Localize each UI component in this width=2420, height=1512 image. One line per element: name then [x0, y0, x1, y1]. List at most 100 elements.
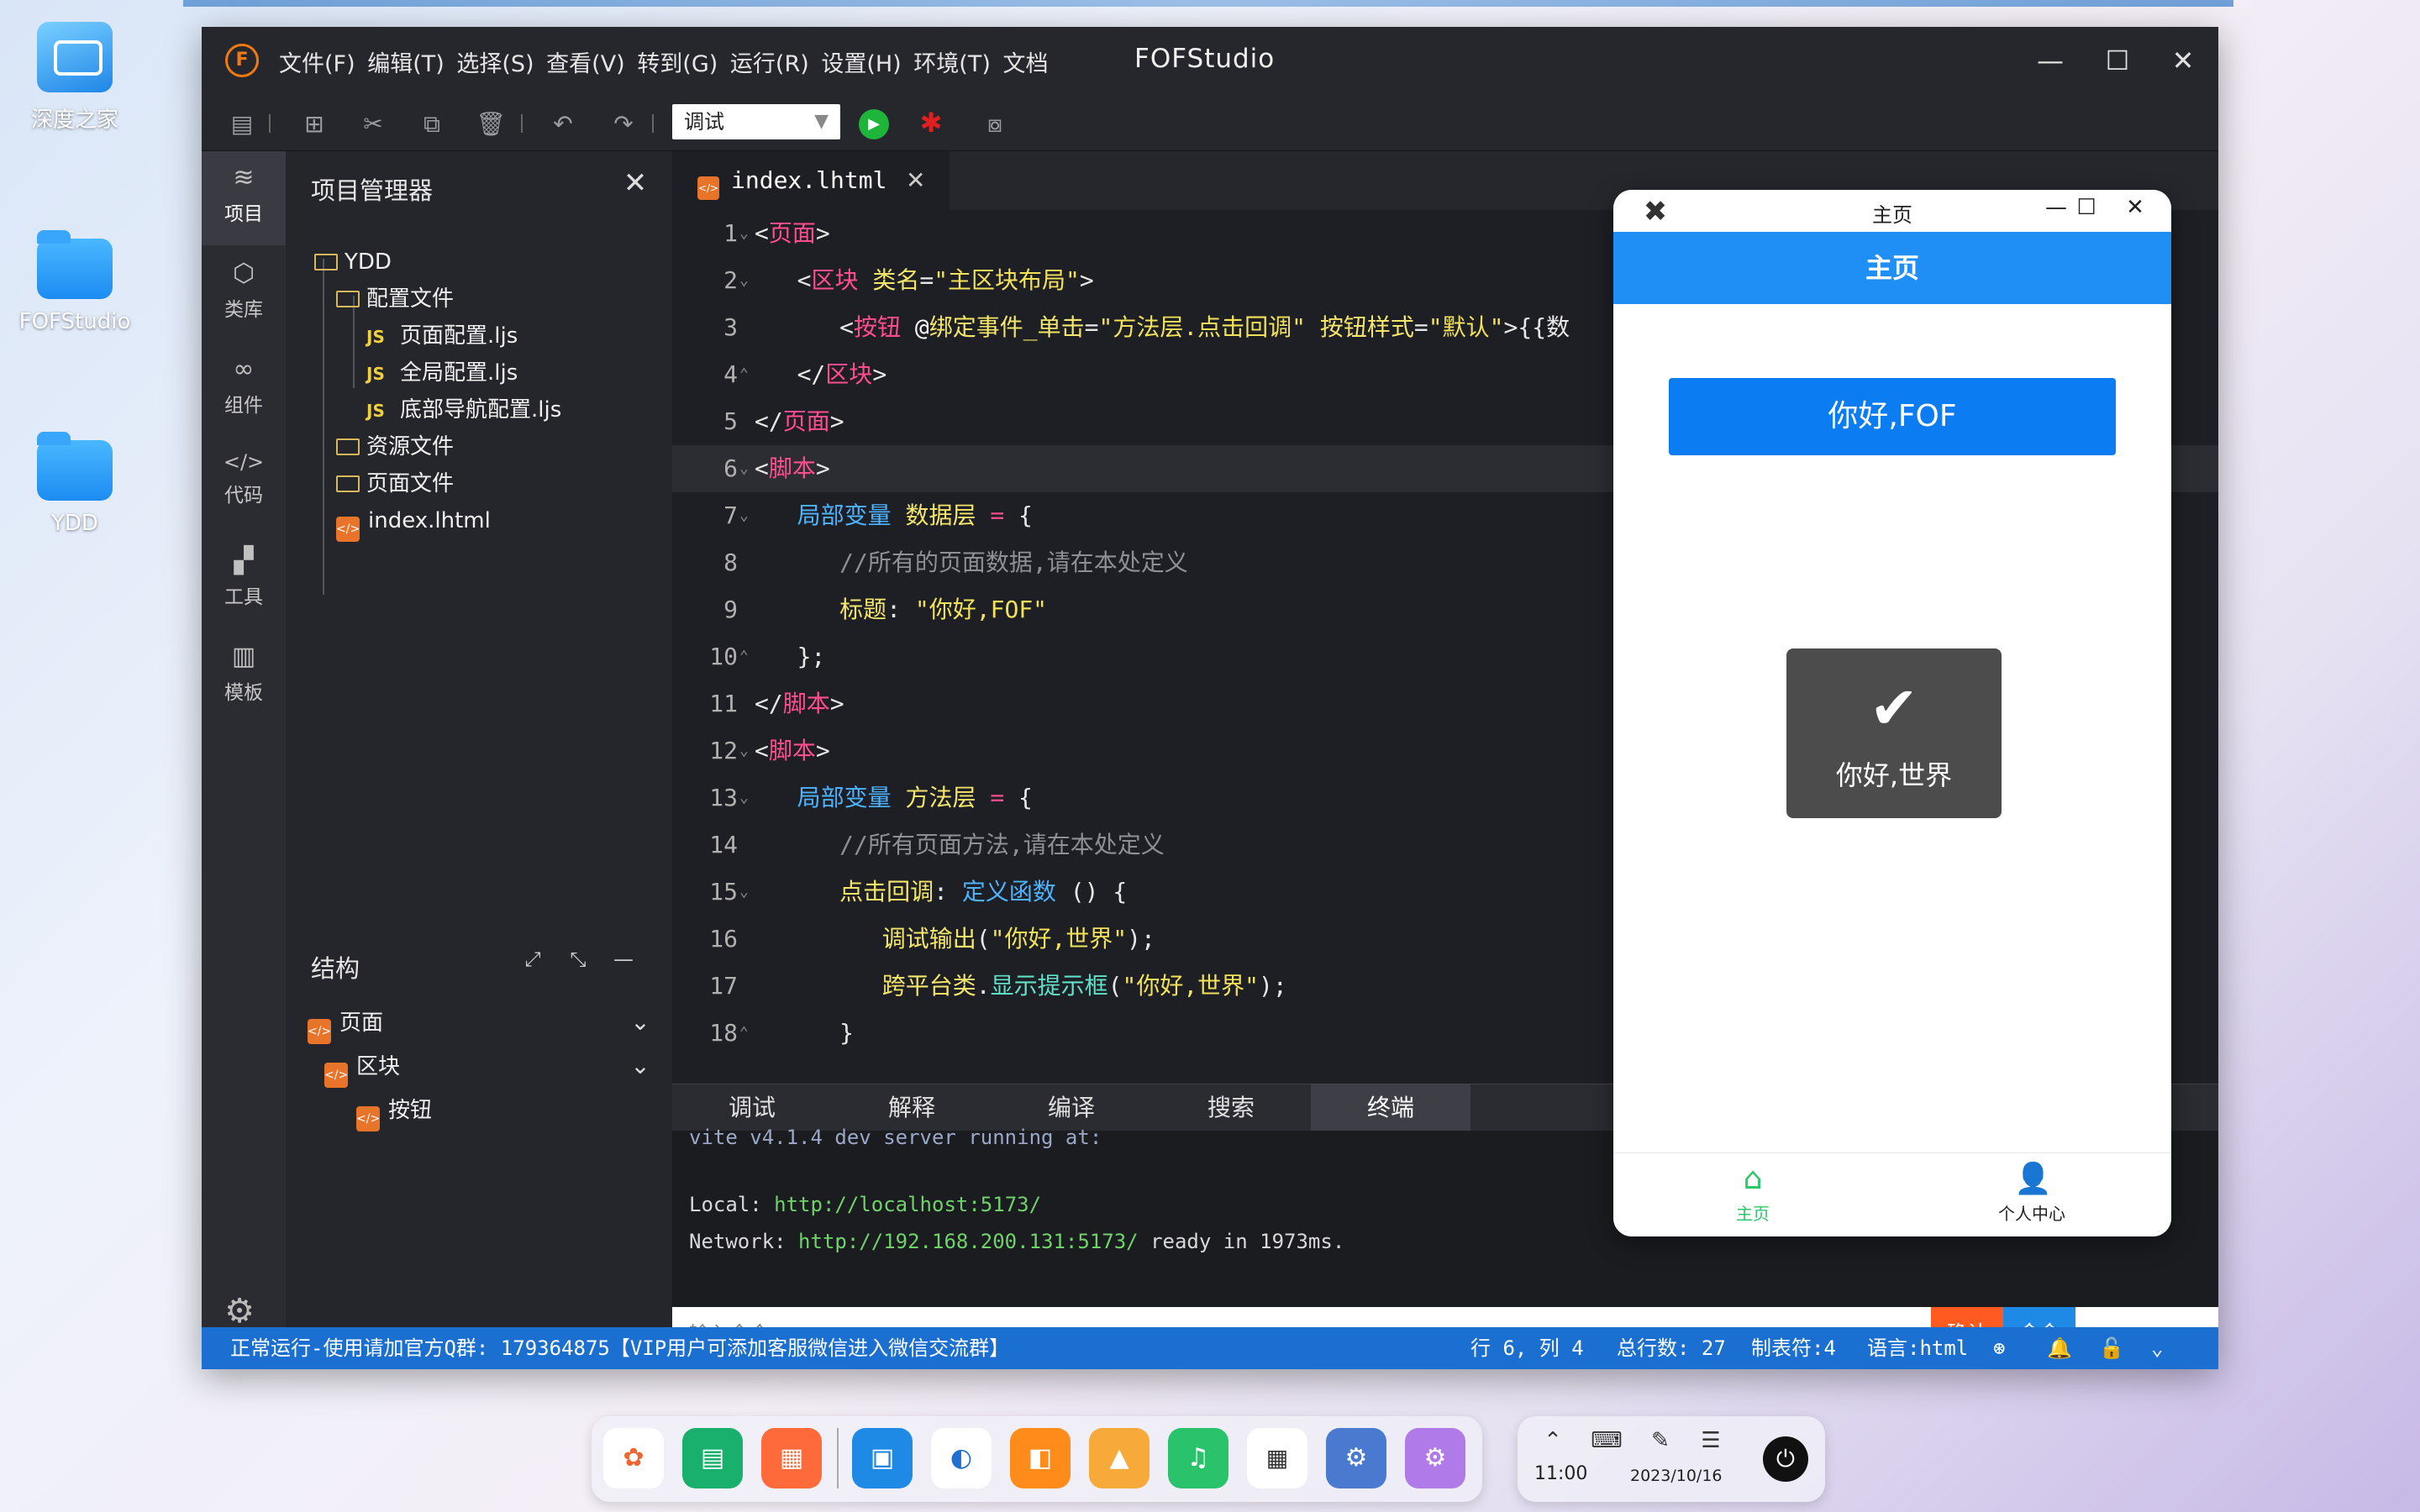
- desktop-icon-label: 深度之家: [30, 108, 118, 133]
- tab-terminal[interactable]: 终端: [1311, 1084, 1470, 1131]
- activity-templates[interactable]: ▥ 模板: [202, 630, 286, 724]
- cut-icon[interactable]: ✂: [356, 108, 390, 141]
- close-button[interactable]: ✕: [2149, 39, 2217, 82]
- chevron-down-icon[interactable]: ⌄: [623, 1008, 657, 1042]
- power-icon[interactable]: ⏻: [1763, 1436, 1808, 1482]
- tree-item-index[interactable]: </> index.lhtml: [336, 502, 491, 542]
- tab-profile[interactable]: 👤 个人中心: [1892, 1153, 2171, 1236]
- tree-item-ydd[interactable]: YDD: [314, 244, 392, 281]
- toggle-icon[interactable]: ☰: [1694, 1428, 1728, 1462]
- activity-project[interactable]: ≋ 项目: [202, 151, 286, 245]
- tab-interpret[interactable]: 解释: [832, 1084, 992, 1131]
- preview-search-icon[interactable]: ⧇: [978, 108, 1012, 141]
- tree-item-page-config[interactable]: JS 页面配置.ljs: [366, 318, 518, 354]
- tree-item-label: 页面配置.ljs: [400, 323, 518, 349]
- delete-icon[interactable]: 🗑: [474, 108, 508, 141]
- tree-item-config[interactable]: 配置文件: [336, 281, 454, 318]
- minimize-button[interactable]: —: [2017, 39, 2084, 82]
- close-button[interactable]: ✕: [2114, 195, 2156, 227]
- tree-item-global-config[interactable]: JS 全局配置.ljs: [366, 354, 518, 391]
- multitask-icon[interactable]: ▤: [682, 1428, 743, 1488]
- menu-environment[interactable]: 环境(T): [913, 51, 991, 77]
- html-file-icon: </>: [356, 1106, 380, 1131]
- menu-run[interactable]: 运行(R): [730, 51, 809, 77]
- run-mode-select[interactable]: 调试 ▼: [672, 104, 840, 139]
- desktop-icon-label: YDD: [51, 511, 98, 536]
- close-icon[interactable]: ✕: [906, 151, 925, 210]
- tab-debug[interactable]: 调试: [672, 1084, 832, 1131]
- desktop-icon-fofstudio[interactable]: FOFStudio: [12, 228, 138, 334]
- js-file-icon: JS: [366, 401, 385, 421]
- maximize-button[interactable]: ☐: [2084, 39, 2151, 82]
- pen-icon[interactable]: ✎: [1644, 1428, 1677, 1462]
- new-file-icon[interactable]: ⊞: [297, 108, 331, 141]
- tab-search[interactable]: 搜索: [1151, 1084, 1311, 1131]
- activity-label: 代码: [224, 485, 263, 507]
- menu-edit[interactable]: 编辑(T): [367, 51, 445, 77]
- tree-item-nav-config[interactable]: JS 底部导航配置.ljs: [366, 391, 561, 428]
- dock: ✿ ▤ ▦ ▣ ◐ ◧ ▲ ♫ ▦ ⚙ ⚙: [592, 1416, 1482, 1502]
- keyboard-icon[interactable]: ⌨: [1590, 1428, 1623, 1462]
- file-manager-icon[interactable]: ▣: [852, 1428, 913, 1488]
- run-icon[interactable]: ▶: [859, 109, 889, 139]
- tree-item-resources[interactable]: 资源文件: [336, 428, 454, 465]
- folder-icon: [336, 438, 360, 455]
- menu-docs[interactable]: 文档: [1002, 51, 1048, 77]
- menu-view[interactable]: 查看(V): [546, 51, 625, 77]
- minimize-panel-icon[interactable]: —: [608, 948, 639, 978]
- structure-node-page[interactable]: </> 页面: [308, 1005, 383, 1044]
- tab-index-lhtml[interactable]: </> index.lhtml ✕: [672, 151, 950, 210]
- menu-file[interactable]: 文件(F): [279, 51, 355, 77]
- activity-library[interactable]: ⬡ 类库: [202, 247, 286, 341]
- structure-node-button[interactable]: </> 按钮: [356, 1092, 432, 1131]
- hello-button[interactable]: 你好,FOF: [1669, 378, 2116, 455]
- desktop-icon-ydd[interactable]: YDD: [12, 430, 138, 536]
- clock-date[interactable]: 2023/10/16: [1630, 1467, 1723, 1485]
- menu-settings[interactable]: 设置(H): [821, 51, 901, 77]
- activity-tools[interactable]: ▞ 工具: [202, 534, 286, 628]
- menu-goto[interactable]: 转到(G): [637, 51, 718, 77]
- chevron-down-icon: ▼: [814, 111, 829, 132]
- tree-item-label: 底部导航配置.ljs: [400, 397, 562, 423]
- clock-time[interactable]: 11:00: [1534, 1463, 1587, 1484]
- close-icon[interactable]: ✕: [618, 166, 652, 200]
- fofstudio-dock-icon[interactable]: ⚙: [1405, 1428, 1465, 1488]
- structure-node-block[interactable]: </> 区块: [324, 1048, 400, 1088]
- undo-icon[interactable]: ↶: [546, 108, 580, 141]
- redo-icon[interactable]: ↷: [607, 108, 640, 141]
- status-language[interactable]: 语言:html: [1867, 1327, 1968, 1369]
- bell-icon[interactable]: 🔔: [2047, 1327, 2072, 1369]
- chevron-up-icon[interactable]: ⌃: [1536, 1428, 1570, 1462]
- settings-icon[interactable]: ⚙: [1326, 1428, 1386, 1488]
- music-icon[interactable]: ♫: [1168, 1428, 1228, 1488]
- launcher-icon[interactable]: ✿: [603, 1428, 664, 1488]
- currency-icon[interactable]: ⊛: [1993, 1327, 2005, 1369]
- collapse-icon[interactable]: ⤡: [563, 948, 593, 978]
- status-tab-size[interactable]: 制表符:4: [1751, 1327, 1836, 1369]
- chevron-down-icon[interactable]: ⌄: [2151, 1327, 2163, 1369]
- calendar-icon[interactable]: ▦: [1247, 1428, 1307, 1488]
- project-panel: 项目管理器 ✕ YDD 配置文件 JS 页面配置.ljs JS 全局配置.ljs J…: [286, 151, 672, 1327]
- tab-compile[interactable]: 编译: [992, 1084, 1151, 1131]
- store-icon[interactable]: ◧: [1010, 1428, 1071, 1488]
- expand-icon[interactable]: ⤢: [518, 948, 548, 978]
- image-viewer-icon[interactable]: ▲: [1089, 1428, 1150, 1488]
- activity-components[interactable]: ∞ 组件: [202, 343, 286, 437]
- network-url-link[interactable]: http://192.168.200.131:5173/: [798, 1230, 1139, 1253]
- tab-home[interactable]: ⌂ 主页: [1613, 1153, 1892, 1236]
- save-icon[interactable]: ▤: [225, 108, 259, 141]
- status-cursor-position[interactable]: 行 6, 列 4: [1470, 1327, 1584, 1369]
- tree-item-pages[interactable]: 页面文件: [336, 465, 454, 502]
- local-url-link[interactable]: http://localhost:5173/: [774, 1193, 1041, 1216]
- activity-code[interactable]: </> 代码: [202, 438, 286, 533]
- browser-icon[interactable]: ◐: [931, 1428, 992, 1488]
- app-store-grid-icon[interactable]: ▦: [761, 1428, 822, 1488]
- menu-select[interactable]: 选择(S): [456, 51, 534, 77]
- debug-icon[interactable]: ✱: [914, 106, 948, 139]
- lock-icon[interactable]: 🔓: [2099, 1327, 2124, 1369]
- copy-icon[interactable]: ⧉: [415, 108, 449, 141]
- desktop-icon-deepin-home[interactable]: 深度之家: [12, 22, 138, 134]
- maximize-button[interactable]: ☐: [2065, 195, 2107, 227]
- tab-label: index.lhtml: [731, 166, 887, 194]
- chevron-down-icon[interactable]: ⌄: [623, 1052, 657, 1085]
